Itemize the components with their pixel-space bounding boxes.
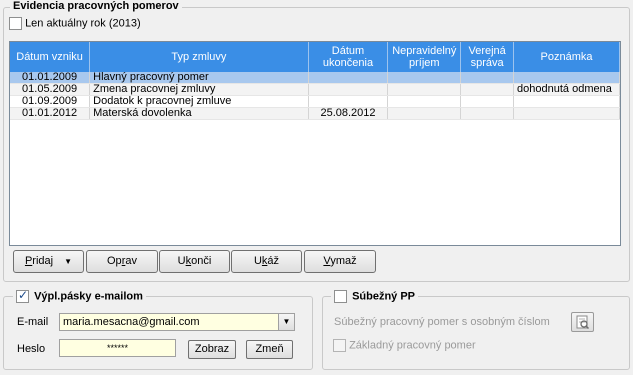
cell-end-date	[308, 95, 389, 108]
cell-start-date: 01.05.2009	[10, 83, 91, 96]
cell-end-date	[308, 83, 389, 96]
email-payslip-title: Výpl.pásky e-mailom	[34, 290, 143, 303]
chevron-down-icon: ▼	[282, 317, 291, 326]
current-year-label: Len aktuálny rok (2013)	[25, 17, 141, 30]
cell-irregular-income	[387, 83, 462, 96]
col-note[interactable]: Poznámka	[513, 42, 620, 72]
col-public-service[interactable]: Verejná správa	[460, 42, 515, 72]
cell-public-service	[460, 72, 515, 84]
cell-irregular-income	[387, 107, 462, 120]
cell-note	[513, 95, 620, 108]
parallel-employment-title-row[interactable]: Súbežný PP	[331, 290, 419, 303]
col-irregular-income[interactable]: Nepravidelný príjem	[387, 42, 462, 72]
password-value: ******	[106, 343, 128, 353]
show-button[interactable]: Ukáž	[231, 250, 302, 273]
cell-start-date: 01.01.2012	[10, 107, 91, 120]
add-button[interactable]: Pridaj ▼	[13, 250, 84, 273]
table-row[interactable]: 01.01.2012 Materská dovolenka 25.08.2012	[10, 107, 620, 120]
cell-contract-type: Materská dovolenka	[89, 107, 309, 120]
email-dropdown-button[interactable]: ▼	[278, 314, 294, 330]
cell-note	[513, 72, 620, 84]
email-field[interactable]: maria.mesacna@gmail.com ▼	[59, 313, 295, 331]
col-start-date[interactable]: Dátum vzniku	[10, 42, 91, 72]
basic-employment-row[interactable]: Základný pracovný pomer	[333, 339, 476, 352]
cell-irregular-income	[387, 95, 462, 108]
edit-button[interactable]: Oprav	[86, 250, 158, 273]
cell-note: dohodnutá odmena	[513, 83, 620, 96]
magnifier-document-icon	[576, 315, 590, 330]
basic-employment-checkbox[interactable]	[333, 339, 346, 352]
cell-contract-type: Dodatok k pracovnej zmluve	[89, 95, 309, 108]
cell-irregular-income	[387, 72, 462, 84]
lookup-button[interactable]	[571, 312, 594, 332]
employment-table[interactable]: Dátum vzniku Typ zmluvy Dátum ukončenia …	[9, 41, 621, 246]
finish-button[interactable]: Ukonči	[159, 250, 230, 273]
col-contract-type[interactable]: Typ zmluvy	[89, 42, 309, 72]
table-row[interactable]: 01.01.2009 Hlavný pracovný pomer	[10, 72, 620, 84]
employment-records-title: Evidencia pracovných pomerov	[10, 0, 182, 12]
cell-public-service	[460, 83, 515, 96]
cell-end-date: 25.08.2012	[308, 107, 389, 120]
cell-contract-type: Zmena pracovnej zmluvy	[89, 83, 309, 96]
cell-start-date: 01.09.2009	[10, 95, 91, 108]
current-year-checkbox-row[interactable]: Len aktuálny rok (2013)	[9, 17, 141, 30]
cell-public-service	[460, 107, 515, 120]
parallel-employment-checkbox[interactable]	[334, 290, 347, 303]
delete-button[interactable]: Vymaž	[304, 250, 376, 273]
cell-end-date	[308, 72, 389, 84]
col-end-date[interactable]: Dátum ukončenia	[308, 42, 389, 72]
password-label: Heslo	[17, 343, 46, 355]
personal-number-label: Súbežný pracovný pomer s osobným číslom	[334, 316, 550, 328]
email-payslip-checkbox[interactable]	[16, 288, 29, 303]
table-row[interactable]: 01.05.2009 Zmena pracovnej zmluvy dohodn…	[10, 83, 620, 96]
cell-contract-type: Hlavný pracovný pomer	[89, 72, 309, 84]
parallel-employment-title: Súbežný PP	[352, 290, 416, 303]
current-year-checkbox[interactable]	[9, 17, 22, 30]
email-value: maria.mesacna@gmail.com	[63, 316, 200, 328]
basic-employment-label: Základný pracovný pomer	[349, 339, 476, 352]
password-field[interactable]: ******	[59, 339, 176, 357]
show-password-button[interactable]: Zobraz	[188, 340, 236, 359]
cell-note	[513, 107, 620, 120]
chevron-down-icon[interactable]: ▼	[64, 257, 72, 266]
cell-start-date: 01.01.2009	[10, 72, 91, 84]
table-row[interactable]: 01.09.2009 Dodatok k pracovnej zmluve	[10, 95, 620, 108]
email-label: E-mail	[17, 316, 49, 328]
email-payslip-title-row[interactable]: Výpl.pásky e-mailom	[13, 288, 146, 303]
change-password-button[interactable]: Zmeň	[246, 340, 293, 359]
cell-public-service	[460, 95, 515, 108]
